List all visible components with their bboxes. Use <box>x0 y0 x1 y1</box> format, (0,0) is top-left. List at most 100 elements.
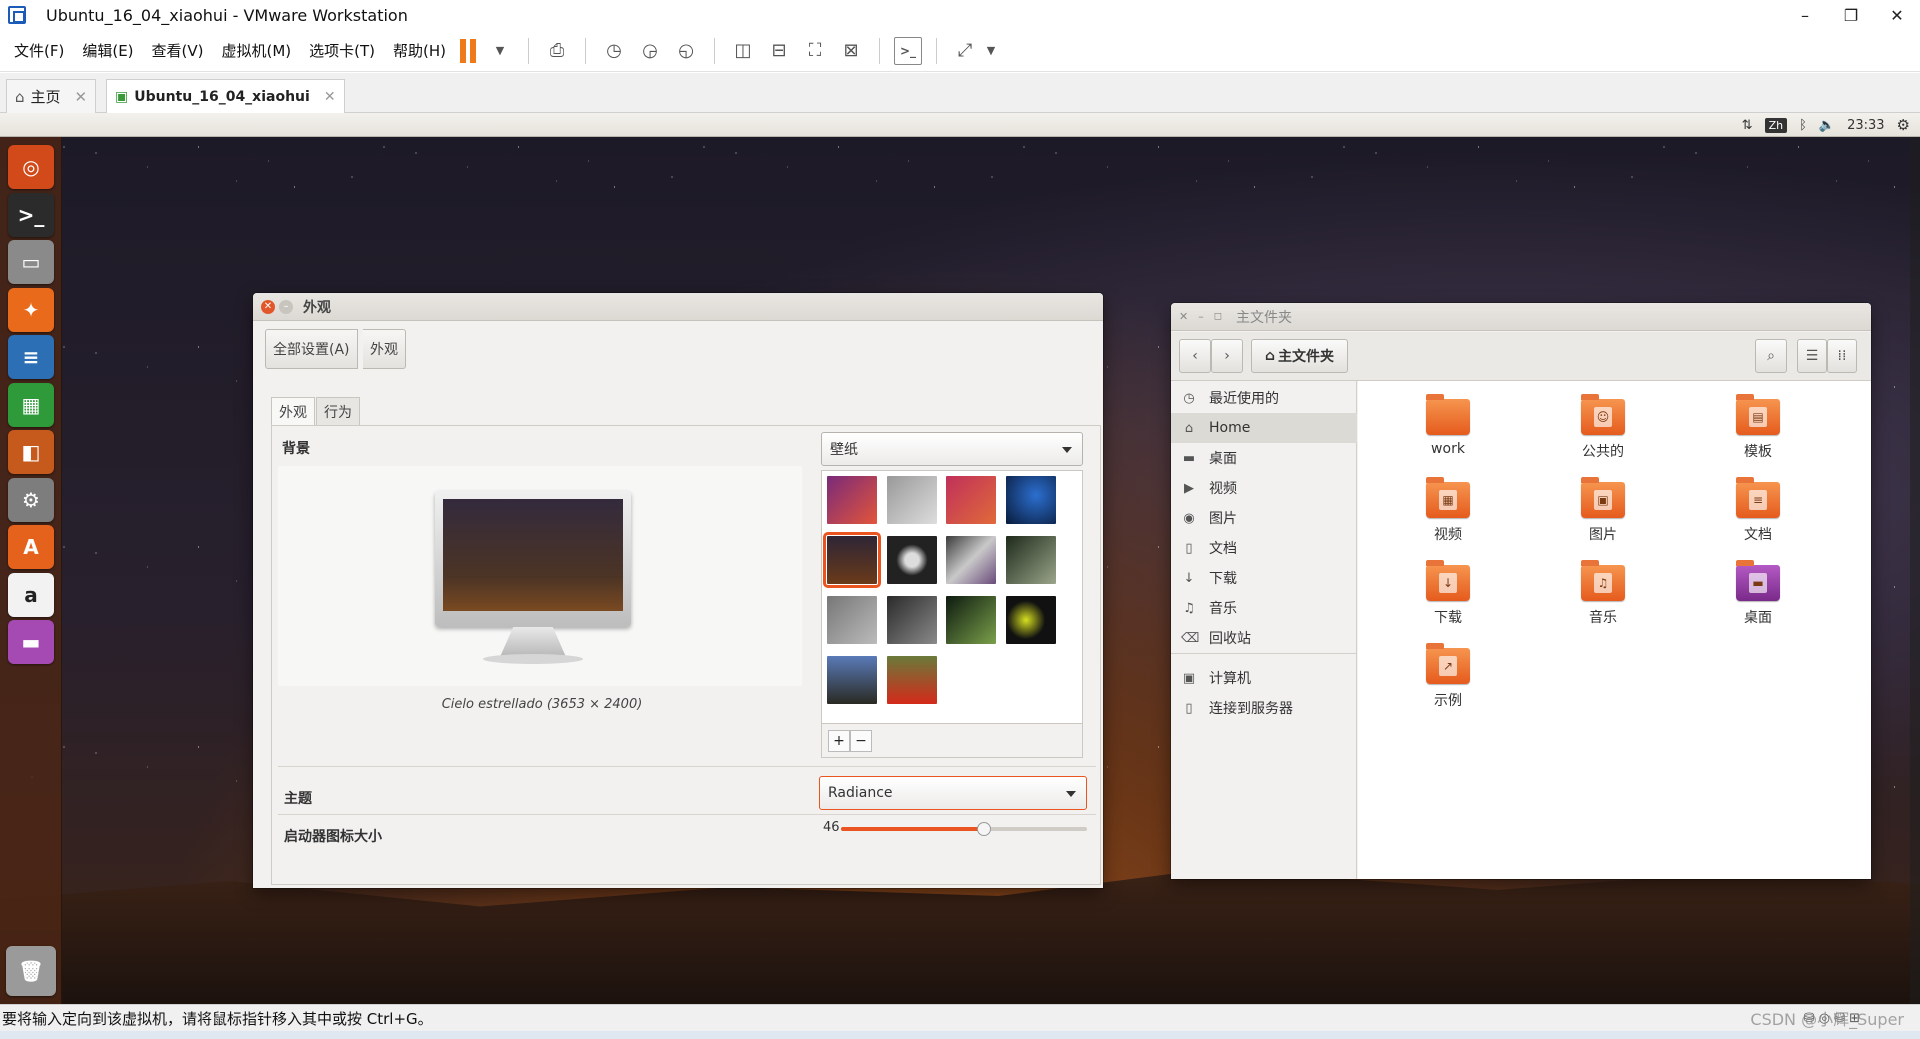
minimize-icon[interactable]: – <box>279 299 293 314</box>
folder-item[interactable]: ↓ 下载 <box>1398 560 1498 645</box>
unity-icon[interactable]: ⊠ <box>837 37 865 65</box>
sidebar-item[interactable]: ▬ 桌面 <box>1171 443 1357 473</box>
maximize-icon[interactable]: ◻ <box>1214 311 1222 322</box>
close-icon[interactable]: ✕ <box>324 89 336 105</box>
add-wallpaper-button[interactable]: + <box>828 730 850 752</box>
wallpaper-thumbnail[interactable] <box>827 596 877 644</box>
settings-icon[interactable]: ⚙ <box>8 477 54 522</box>
pause-dropdown-icon[interactable]: ▼ <box>486 37 514 65</box>
stretch-icon[interactable]: ⤢ <box>951 37 979 65</box>
menu-view[interactable]: 查看(V) <box>152 40 204 61</box>
sidebar-item[interactable]: ◉ 图片 <box>1171 503 1357 533</box>
close-icon[interactable]: ✕ <box>261 299 275 314</box>
wallpaper-source-combo[interactable]: 壁纸 <box>821 432 1083 466</box>
console-icon[interactable]: >_ <box>894 36 923 65</box>
back-button[interactable]: ‹ <box>1179 339 1211 373</box>
sidebar-item[interactable]: ⌫ 回收站 <box>1171 623 1357 653</box>
folder-item[interactable]: work <box>1398 394 1498 479</box>
breadcrumb-all-settings[interactable]: 全部设置(A) <box>265 329 358 369</box>
folder-item[interactable]: ▣ 图片 <box>1553 477 1653 562</box>
thumbnail-icon[interactable]: ⊟ <box>765 37 793 65</box>
list-view-button[interactable]: ☰ <box>1797 339 1827 373</box>
clock[interactable]: 23:33 <box>1847 118 1884 133</box>
sidebar-item[interactable]: ▣ 计算机 <box>1171 663 1357 693</box>
tab-appearance[interactable]: 外观 <box>271 397 315 426</box>
folder-item[interactable]: ↗ 示例 <box>1398 643 1498 728</box>
sidebar-item[interactable]: ⌂ Home <box>1171 413 1357 443</box>
dash-icon[interactable]: ◎ <box>8 145 54 189</box>
close-icon[interactable]: ✕ <box>1179 310 1188 323</box>
sidebar-item[interactable]: ◷ 最近使用的 <box>1171 383 1357 413</box>
wallpaper-thumbnail[interactable] <box>946 476 996 524</box>
bluetooth-icon[interactable]: ᛒ <box>1799 118 1807 133</box>
wallpaper-thumbnail[interactable] <box>886 656 937 704</box>
forward-button[interactable]: › <box>1211 339 1243 373</box>
menu-help[interactable]: 帮助(H) <box>393 40 446 61</box>
software-icon[interactable]: A <box>8 525 54 569</box>
tab-home[interactable]: ⌂ 主页 ✕ <box>6 79 97 113</box>
snapshot-manager-icon[interactable]: ◵ <box>672 37 700 65</box>
grid-view-button[interactable]: ⁞⁞ <box>1827 339 1857 373</box>
menu-vm[interactable]: 虚拟机(M) <box>222 40 292 61</box>
send-keys-icon[interactable]: ⎙ <box>543 37 571 65</box>
stretch-dropdown-icon[interactable]: ▼ <box>977 37 1005 65</box>
pause-icon[interactable] <box>460 38 482 63</box>
slider-handle[interactable] <box>976 822 991 836</box>
icon-size-slider[interactable]: 46 <box>823 818 1093 842</box>
breadcrumb-appearance[interactable]: 外观 <box>363 329 406 369</box>
wallpaper-thumbnail[interactable] <box>827 656 877 704</box>
menu-file[interactable]: 文件(F) <box>14 40 64 61</box>
restore-button[interactable]: ❐ <box>1828 0 1874 30</box>
remove-wallpaper-button[interactable]: − <box>850 730 872 752</box>
amazon-icon[interactable]: a <box>8 572 54 617</box>
fullscreen-icon[interactable]: ⛶ <box>801 37 829 65</box>
sidebar-item[interactable]: ▶ 视频 <box>1171 473 1357 503</box>
sidebar-item[interactable]: ↓ 下载 <box>1171 563 1357 593</box>
revert-snapshot-icon[interactable]: ◶ <box>636 37 664 65</box>
wallpaper-thumbnail[interactable] <box>1005 596 1056 644</box>
terminal-icon[interactable]: >_ <box>8 192 54 237</box>
close-button[interactable]: ✕ <box>1874 0 1920 30</box>
menu-edit[interactable]: 编辑(E) <box>82 40 133 61</box>
tab-vm[interactable]: ▣ Ubuntu_16_04_xiaohui ✕ <box>106 79 345 113</box>
sidebar-item[interactable]: ▯ 文档 <box>1171 533 1357 563</box>
menu-tabs[interactable]: 选项卡(T) <box>309 40 375 61</box>
wallpaper-thumbnail[interactable] <box>946 596 996 644</box>
close-icon[interactable]: ✕ <box>75 88 88 106</box>
trash-icon[interactable]: 🗑 <box>6 946 56 996</box>
input-method-indicator[interactable]: Zh <box>1764 117 1788 133</box>
sidebar-toggle-icon[interactable]: ◫ <box>729 37 757 65</box>
wallpaper-thumbnail[interactable] <box>827 476 877 524</box>
snapshot-icon[interactable]: ◷ <box>600 37 628 65</box>
files-icon[interactable]: ▭ <box>8 240 54 284</box>
minimize-button[interactable]: – <box>1782 0 1828 30</box>
gear-icon[interactable]: ⚙ <box>1897 116 1910 134</box>
folder-item[interactable]: ▬ 桌面 <box>1708 560 1808 645</box>
sidebar-item[interactable]: ▯ 连接到服务器 <box>1171 693 1357 723</box>
folder-item[interactable]: ≡ 文档 <box>1708 477 1808 562</box>
sidebar-item[interactable]: ♫ 音乐 <box>1171 593 1357 623</box>
wallpaper-thumbnail[interactable] <box>886 476 937 524</box>
volume-icon[interactable]: 🔈 <box>1819 118 1835 133</box>
minimize-icon[interactable]: – <box>1198 310 1204 323</box>
writer-icon[interactable]: ≡ <box>8 335 54 379</box>
wallpaper-thumbnail[interactable] <box>823 532 881 588</box>
folder-item[interactable]: ▦ 视频 <box>1398 477 1498 562</box>
wallpaper-thumbnail[interactable] <box>946 536 996 584</box>
folder-item[interactable]: ▤ 模板 <box>1708 394 1808 479</box>
display-icon[interactable]: ▬ <box>8 620 54 664</box>
wallpaper-thumbnail[interactable] <box>886 596 937 644</box>
search-button[interactable]: ⌕ <box>1755 339 1787 373</box>
impress-icon[interactable]: ◧ <box>8 430 54 474</box>
folder-item[interactable]: ♫ 音乐 <box>1553 560 1653 645</box>
wallpaper-thumbnail[interactable] <box>1005 536 1056 584</box>
firefox-icon[interactable]: ✦ <box>8 287 54 332</box>
wallpaper-thumbnail[interactable] <box>1005 476 1056 524</box>
folder-item[interactable]: ☺ 公共的 <box>1553 394 1653 479</box>
path-home-button[interactable]: ⌂ 主文件夹 <box>1251 339 1348 373</box>
calc-icon[interactable]: ▦ <box>8 382 54 427</box>
network-icon[interactable]: ⇅ <box>1742 118 1753 133</box>
wallpaper-thumbnail[interactable] <box>886 536 937 584</box>
theme-combo[interactable]: Radiance <box>819 776 1087 810</box>
tab-behavior[interactable]: 行为 <box>316 397 360 426</box>
